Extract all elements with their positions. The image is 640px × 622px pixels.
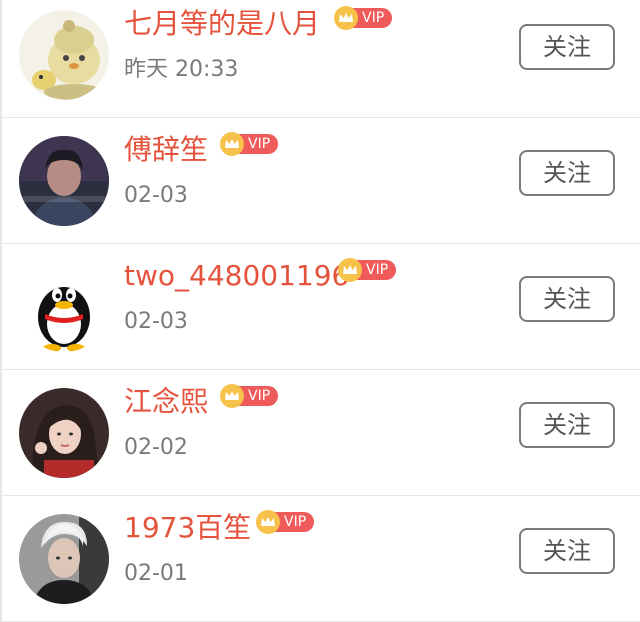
crown-icon (220, 132, 244, 156)
follow-button[interactable]: 关注 (519, 402, 615, 448)
follow-time: 02-03 (124, 309, 188, 334)
user-name[interactable]: two_448001196 (124, 256, 349, 296)
user-name[interactable]: 1973百笙 (124, 508, 251, 548)
follow-time: 02-01 (124, 561, 188, 586)
vip-badge: VIP (256, 510, 315, 534)
user-name[interactable]: 傅辞笙 (124, 130, 208, 170)
user-name[interactable]: 江念熙 (124, 382, 208, 422)
qq-penguin-icon (19, 262, 109, 352)
list-item[interactable]: 1973百笙 VIP 02-01 关注 (2, 496, 640, 622)
follow-time: 昨天 20:33 (124, 57, 239, 82)
follow-time: 02-02 (124, 435, 188, 460)
avatar[interactable] (19, 514, 109, 604)
avatar[interactable] (19, 136, 109, 226)
follow-button[interactable]: 关注 (519, 150, 615, 196)
follow-time: 02-03 (124, 183, 188, 208)
crown-icon (256, 510, 280, 534)
list-item[interactable]: 七月等的是八月 VIP 昨天 20:33 关注 (2, 0, 640, 118)
vip-badge: VIP (338, 258, 397, 282)
avatar[interactable] (19, 262, 109, 352)
chick-avatar-icon (19, 10, 109, 100)
crown-icon (220, 384, 244, 408)
avatar[interactable] (19, 10, 109, 100)
vip-badge: VIP (334, 6, 393, 30)
follow-button[interactable]: 关注 (519, 528, 615, 574)
vip-badge: VIP (220, 132, 279, 156)
vip-badge: VIP (220, 384, 279, 408)
avatar[interactable] (19, 388, 109, 478)
follow-button[interactable]: 关注 (519, 24, 615, 70)
photo-avatar-icon (19, 388, 109, 478)
list-item[interactable]: two_448001196 VIP 02-03 关注 (2, 244, 640, 370)
follower-list: 七月等的是八月 VIP 昨天 20:33 关注 傅辞笙 VIP 02-03 关注… (0, 0, 640, 622)
photo-avatar-icon (19, 136, 109, 226)
crown-icon (338, 258, 362, 282)
crown-icon (334, 6, 358, 30)
follow-button[interactable]: 关注 (519, 276, 615, 322)
user-name[interactable]: 七月等的是八月 (124, 4, 320, 44)
photo-avatar-icon (19, 514, 109, 604)
list-item[interactable]: 江念熙 VIP 02-02 关注 (2, 370, 640, 496)
list-item[interactable]: 傅辞笙 VIP 02-03 关注 (2, 118, 640, 244)
